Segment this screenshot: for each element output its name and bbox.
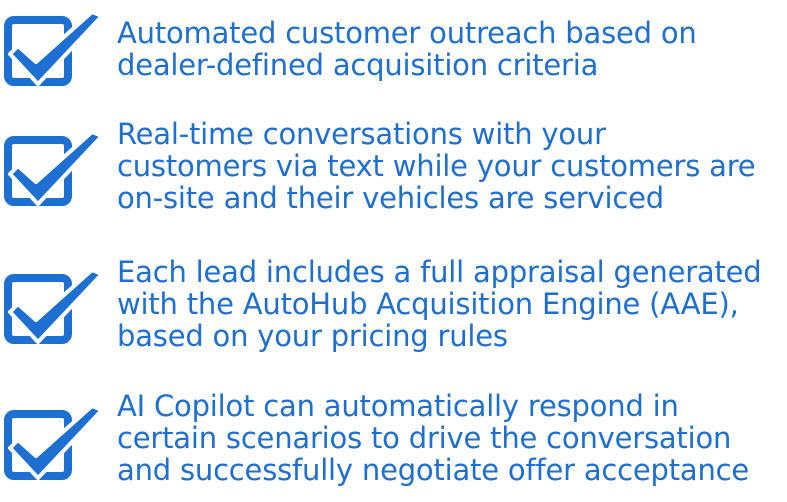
feature-line: Automated customer outreach based on — [117, 16, 697, 50]
feature-line: Each lead includes a full appraisal gene… — [117, 255, 762, 289]
checkbox-checked-icon — [0, 122, 110, 214]
feature-line: and successfully negotiate offer accepta… — [117, 453, 750, 487]
feature-line: on-site and their vehicles are serviced — [117, 181, 664, 215]
feature-line: dealer-defined acquisition criteria — [117, 48, 599, 82]
feature-text: Each lead includes a full appraisal gene… — [117, 256, 785, 352]
feature-text: Real-time conversations with your custom… — [117, 118, 785, 214]
feature-line: Real-time conversations with your — [117, 117, 606, 151]
feature-line: customers via text while your customers … — [117, 149, 756, 183]
feature-text: AI Copilot can automatically respond in … — [117, 390, 785, 486]
checkbox-checked-icon — [0, 396, 110, 488]
feature-line: certain scenarios to drive the conversat… — [117, 421, 732, 455]
checkbox-checked-icon — [0, 260, 110, 352]
feature-line: with the AutoHub Acquisition Engine (AAE… — [117, 287, 739, 321]
feature-text: Automated customer outreach based on dea… — [117, 17, 785, 81]
feature-line: based on your pricing rules — [117, 319, 508, 353]
feature-line: AI Copilot can automatically respond in — [117, 389, 679, 423]
checkbox-checked-icon — [0, 2, 110, 94]
